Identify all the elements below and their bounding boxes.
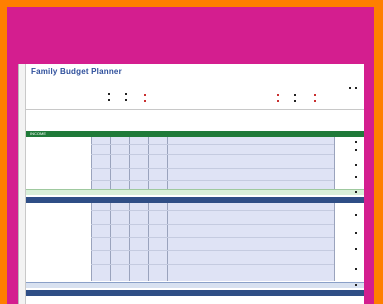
total-mark: [355, 164, 357, 166]
summary-mark: [125, 99, 127, 101]
total-mark: [355, 149, 357, 151]
total-mark: [355, 214, 357, 216]
grid-line: [91, 154, 334, 155]
summary-mark: [108, 99, 110, 101]
grid-line: [91, 168, 334, 169]
expenses-total-row: [26, 282, 364, 288]
summary-mark: [144, 100, 146, 102]
grid-line: [334, 203, 335, 281]
grid-line: [91, 203, 92, 281]
total-mark: [355, 284, 357, 286]
total-mark: [355, 176, 357, 178]
income-total-row: [26, 189, 364, 195]
total-mark: [355, 232, 357, 234]
grid-line: [148, 203, 149, 281]
grid-line: [91, 144, 334, 145]
grid-line: [167, 203, 168, 281]
summary-mark: [294, 100, 296, 102]
summary-mark: [277, 100, 279, 102]
summary-mark: [314, 100, 316, 102]
grid-line: [91, 250, 334, 251]
total-mark: [355, 268, 357, 270]
grid-line: [110, 203, 111, 281]
summary-mark: [125, 93, 127, 95]
grid-line: [334, 137, 335, 189]
total-mark: [355, 248, 357, 250]
grid-line: [91, 264, 334, 265]
summary-mark: [108, 93, 110, 95]
spreadsheet-image: Family Budget Planner INCOME: [18, 64, 364, 304]
grid-line: [129, 203, 130, 281]
summary-mark: [144, 94, 146, 96]
sheet-title: Family Budget Planner: [31, 67, 122, 76]
summary-mark: [277, 94, 279, 96]
summary-mark: [314, 94, 316, 96]
summary-mark: [355, 87, 357, 89]
grid-line: [91, 210, 334, 211]
grid-line: [91, 237, 334, 238]
grid-line: [91, 224, 334, 225]
grid-line: [91, 180, 334, 181]
section3-header: [26, 290, 364, 296]
summary-mark: [349, 87, 351, 89]
row-header-strip: [19, 64, 26, 304]
total-mark: [355, 141, 357, 143]
total-mark: [355, 191, 357, 193]
summary-mark: [294, 94, 296, 96]
expenses-input-grid: [91, 203, 334, 281]
summary-divider: [26, 109, 364, 110]
